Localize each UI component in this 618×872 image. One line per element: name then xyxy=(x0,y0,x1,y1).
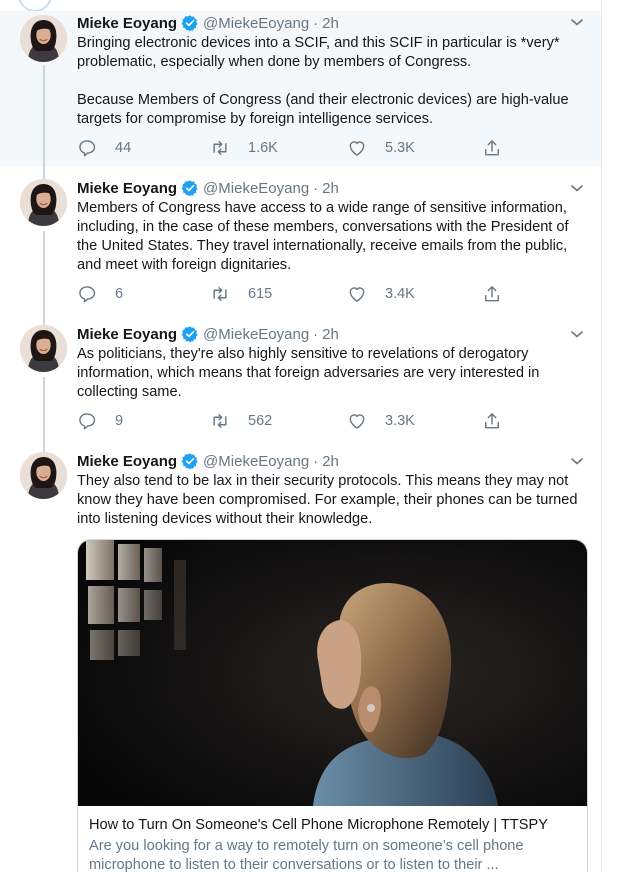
link-preview-description: Are you looking for a way to remotely tu… xyxy=(89,838,524,872)
share-button[interactable] xyxy=(482,283,520,305)
chevron-down-icon[interactable] xyxy=(569,180,585,196)
share-button[interactable] xyxy=(482,410,520,432)
retweet-count: 562 xyxy=(248,413,273,429)
tweet-header: Mieke Eoyang @MiekeEoyang · 2h xyxy=(77,323,339,345)
tweet[interactable]: Mieke Eoyang @MiekeEoyang · 2h As politi… xyxy=(0,323,601,456)
heart-icon xyxy=(347,411,376,431)
separator-dot: · xyxy=(313,452,319,470)
author-name[interactable]: Mieke Eoyang xyxy=(77,15,177,32)
like-count: 3.4K xyxy=(385,286,415,302)
reply-count: 44 xyxy=(115,140,132,156)
tweet-time[interactable]: 2h xyxy=(322,326,339,343)
tweet-actions: 6 615 3.4K xyxy=(77,283,517,305)
author-handle[interactable]: @MiekeEoyang xyxy=(203,326,309,343)
share-icon xyxy=(482,411,511,431)
link-preview-image[interactable] xyxy=(78,540,587,806)
separator-dot: · xyxy=(313,325,319,343)
retweet-icon xyxy=(210,284,239,304)
tweet-text: They also tend to be lax in their securi… xyxy=(77,473,578,527)
reply-button[interactable]: 6 xyxy=(77,283,123,305)
avatar[interactable] xyxy=(20,452,67,499)
reply-icon xyxy=(77,411,106,431)
heart-icon xyxy=(347,138,376,158)
tweet-text: As politicians, they're also highly sens… xyxy=(77,346,540,400)
reply-count: 9 xyxy=(115,413,124,429)
retweet-button[interactable]: 562 xyxy=(210,410,272,432)
share-icon xyxy=(482,284,511,304)
chevron-down-icon[interactable] xyxy=(569,14,585,30)
link-preview-card[interactable]: How to Turn On Someone's Cell Phone Micr… xyxy=(77,539,588,872)
like-button[interactable]: 3.3K xyxy=(347,410,415,432)
tweet-text: Members of Congress have access to a wid… xyxy=(77,200,569,273)
tweet-time[interactable]: 2h xyxy=(322,180,339,197)
share-icon xyxy=(482,138,511,158)
share-button[interactable] xyxy=(482,137,520,159)
avatar[interactable] xyxy=(20,179,67,226)
tweet-header: Mieke Eoyang @MiekeEoyang · 2h xyxy=(77,12,339,34)
tweet-text: Bringing electronic devices into a SCIF,… xyxy=(77,35,569,127)
retweet-icon xyxy=(210,411,239,431)
tweet-header: Mieke Eoyang @MiekeEoyang · 2h xyxy=(77,177,339,199)
verified-badge-icon xyxy=(181,14,199,32)
thread-line xyxy=(43,231,45,329)
author-name[interactable]: Mieke Eoyang xyxy=(77,180,177,197)
avatar[interactable] xyxy=(20,15,67,62)
author-handle[interactable]: @MiekeEoyang xyxy=(203,15,309,32)
reply-icon xyxy=(77,138,106,158)
tweet-header: Mieke Eoyang @MiekeEoyang · 2h xyxy=(77,450,339,472)
author-handle[interactable]: @MiekeEoyang xyxy=(203,180,309,197)
reply-button[interactable]: 9 xyxy=(77,410,123,432)
author-name[interactable]: Mieke Eoyang xyxy=(77,326,177,343)
retweet-button[interactable]: 1.6K xyxy=(210,137,278,159)
like-count: 5.3K xyxy=(385,140,415,156)
verified-badge-icon xyxy=(181,325,199,343)
tweet-actions: 44 1.6K 5.3K xyxy=(77,137,517,159)
separator-dot: · xyxy=(313,179,319,197)
verified-badge-icon xyxy=(181,452,199,470)
retweet-count: 615 xyxy=(248,286,273,302)
avatar[interactable] xyxy=(20,325,67,372)
chevron-down-icon[interactable] xyxy=(569,326,585,342)
thread-line xyxy=(43,65,45,180)
tweet-thread: Mieke Eoyang @MiekeEoyang · 2h Bringing … xyxy=(0,0,602,872)
author-name[interactable]: Mieke Eoyang xyxy=(77,453,177,470)
tweet-time[interactable]: 2h xyxy=(322,15,339,32)
like-button[interactable]: 3.4K xyxy=(347,283,415,305)
tweet-time[interactable]: 2h xyxy=(322,453,339,470)
reply-icon xyxy=(77,284,106,304)
retweet-button[interactable]: 615 xyxy=(210,283,272,305)
verified-badge-icon xyxy=(181,179,199,197)
retweet-count: 1.6K xyxy=(248,140,278,156)
like-count: 3.3K xyxy=(385,413,415,429)
link-preview-title[interactable]: How to Turn On Someone's Cell Phone Micr… xyxy=(89,817,579,833)
tweet[interactable]: Mieke Eoyang @MiekeEoyang · 2h Members o… xyxy=(0,177,601,329)
tweet[interactable]: Mieke Eoyang @MiekeEoyang · 2h Bringing … xyxy=(0,11,601,180)
separator-dot: · xyxy=(313,14,319,32)
reply-count: 6 xyxy=(115,286,124,302)
author-handle[interactable]: @MiekeEoyang xyxy=(203,453,309,470)
chevron-down-icon[interactable] xyxy=(569,453,585,469)
tweet-actions: 9 562 3.3K xyxy=(77,410,517,432)
retweet-icon xyxy=(210,138,239,158)
reply-button[interactable]: 44 xyxy=(77,137,131,159)
heart-icon xyxy=(347,284,376,304)
like-button[interactable]: 5.3K xyxy=(347,137,415,159)
thread-line xyxy=(43,377,45,456)
